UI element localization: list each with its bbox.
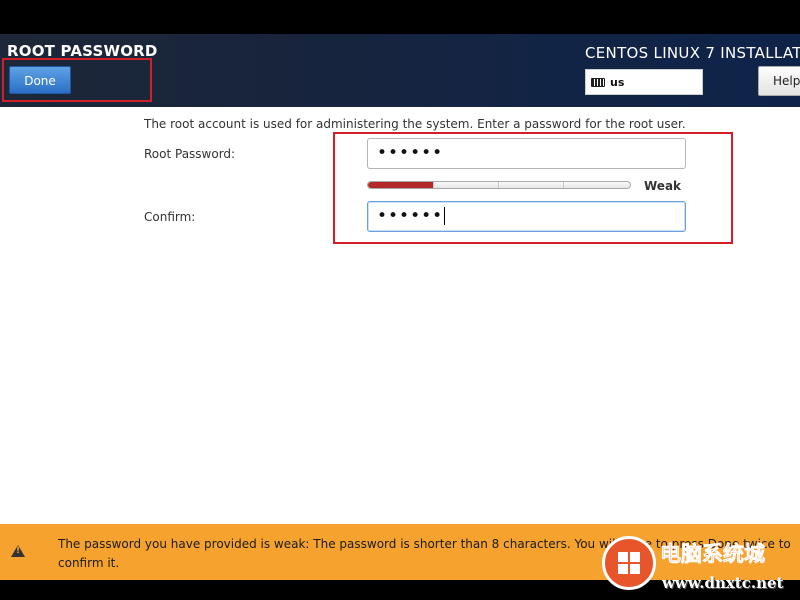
site-watermark: 电脑系统城 www.dnxtc.net xyxy=(600,530,800,600)
password-fields-highlight xyxy=(333,132,733,244)
help-button[interactable]: Help xyxy=(758,66,800,96)
info-text: The root account is used for administeri… xyxy=(144,117,686,131)
main-content: The root account is used for administeri… xyxy=(0,107,800,524)
top-header: ROOT PASSWORD Done CENTOS LINUX 7 INSTAL… xyxy=(0,34,800,107)
installer-title: CENTOS LINUX 7 INSTALLATION xyxy=(585,44,800,62)
watermark-url: www.dnxtc.net xyxy=(662,574,784,592)
warning-icon xyxy=(11,545,25,557)
root-password-label: Root Password: xyxy=(144,147,236,161)
keyboard-icon xyxy=(591,77,605,87)
done-button[interactable]: Done xyxy=(9,66,71,94)
keyboard-layout-selector[interactable]: us xyxy=(585,69,703,95)
keyboard-layout-label: us xyxy=(610,75,625,89)
watermark-logo-icon xyxy=(602,536,656,590)
watermark-title: 电脑系统城 xyxy=(660,542,766,567)
confirm-label: Confirm: xyxy=(144,210,196,224)
